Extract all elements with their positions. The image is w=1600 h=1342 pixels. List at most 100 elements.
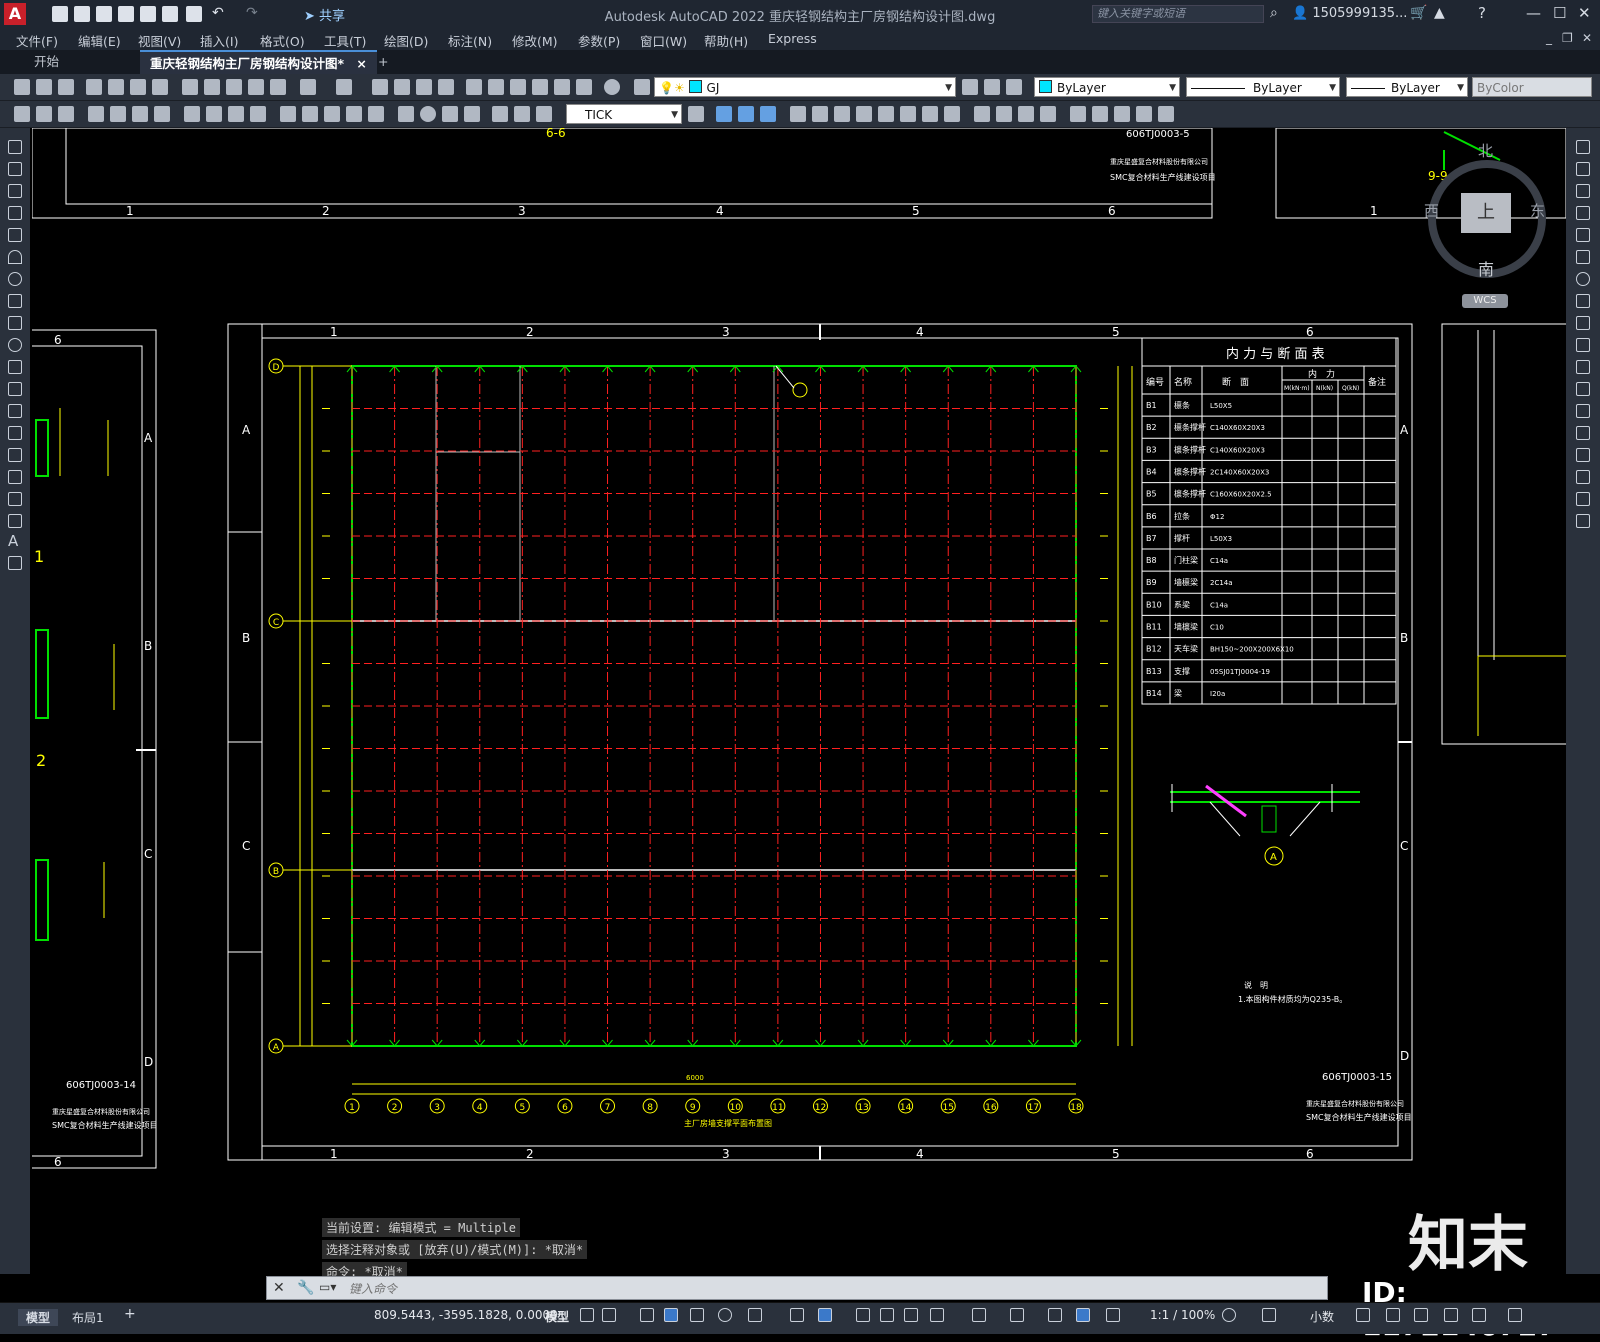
transparency-icon[interactable] bbox=[856, 1308, 870, 1322]
autodesk-app-icon[interactable]: ▲ bbox=[1434, 5, 1445, 21]
object-snap-tracking-icon[interactable] bbox=[748, 1308, 762, 1322]
ungroup-icon[interactable] bbox=[738, 106, 754, 122]
selection-filter-icon[interactable] bbox=[972, 1308, 986, 1322]
plot-preview-icon[interactable] bbox=[108, 79, 124, 95]
close-icon[interactable]: ✕ bbox=[273, 1280, 285, 1296]
menu-express[interactable]: Express bbox=[768, 31, 817, 46]
stretch-icon[interactable] bbox=[1576, 316, 1590, 330]
center-mark-icon[interactable] bbox=[420, 106, 436, 122]
hardware-acceleration-icon[interactable] bbox=[1444, 1308, 1458, 1322]
rotate-icon[interactable] bbox=[1576, 272, 1590, 286]
cart-icon[interactable]: 🛒 bbox=[1410, 5, 1427, 21]
match-properties-icon[interactable] bbox=[248, 79, 264, 95]
table-icon[interactable] bbox=[8, 514, 22, 528]
menu-window[interactable]: 窗口(W) bbox=[640, 31, 687, 50]
ellipse-arc-icon[interactable] bbox=[8, 360, 22, 374]
aligned-dim-icon[interactable] bbox=[110, 106, 126, 122]
command-input[interactable] bbox=[347, 1279, 1311, 1299]
tab-start[interactable]: 开始 bbox=[24, 50, 69, 74]
offset-icon[interactable] bbox=[1040, 106, 1056, 122]
array-icon[interactable] bbox=[1576, 228, 1590, 242]
tab-layout1[interactable]: 布局1 bbox=[72, 1309, 104, 1326]
viewcube-north[interactable]: 北 bbox=[1478, 140, 1493, 161]
tab-document[interactable]: 重庆轻钢结构主厂房钢结构设计图* × bbox=[140, 50, 377, 76]
doc-minimize-button[interactable]: _ bbox=[1546, 31, 1552, 45]
jogged-linear-icon[interactable] bbox=[464, 106, 480, 122]
join-icon[interactable] bbox=[1576, 426, 1590, 440]
grid-icon[interactable] bbox=[580, 1308, 594, 1322]
add-layout-button[interactable]: + bbox=[124, 1306, 136, 1322]
stretch-icon[interactable] bbox=[834, 106, 850, 122]
polyline-icon[interactable] bbox=[8, 184, 22, 198]
zoom-window-icon[interactable] bbox=[416, 79, 432, 95]
break-at-point-icon[interactable] bbox=[1576, 382, 1590, 396]
zoom-realtime-icon[interactable] bbox=[394, 79, 410, 95]
ordinate-dim-icon[interactable] bbox=[154, 106, 170, 122]
menu-modify[interactable]: 修改(M) bbox=[512, 31, 558, 50]
layer-previous-icon[interactable] bbox=[984, 79, 1000, 95]
redo-icon[interactable] bbox=[336, 79, 352, 95]
lock-ui-icon[interactable] bbox=[1386, 1308, 1400, 1322]
publish-icon[interactable] bbox=[130, 79, 146, 95]
diameter-dim-icon[interactable] bbox=[228, 106, 244, 122]
save-icon[interactable] bbox=[58, 79, 74, 95]
move-icon[interactable] bbox=[1576, 250, 1590, 264]
undo-icon[interactable] bbox=[300, 79, 316, 95]
jogged-dim-icon[interactable] bbox=[206, 106, 222, 122]
array-icon[interactable] bbox=[1018, 106, 1034, 122]
line-icon[interactable] bbox=[8, 140, 22, 154]
gradient-icon[interactable] bbox=[8, 470, 22, 484]
hatch-icon[interactable] bbox=[8, 448, 22, 462]
color-dropdown[interactable]: ByLayer ▼ bbox=[1034, 77, 1180, 97]
user-account[interactable]: 👤 1505999135... bbox=[1292, 6, 1407, 21]
menu-edit[interactable]: 编辑(E) bbox=[78, 31, 121, 50]
model-space-toggle[interactable]: 模型 bbox=[545, 1308, 569, 1325]
quickcalc-icon[interactable] bbox=[576, 79, 592, 95]
layer-states-icon[interactable] bbox=[1006, 79, 1022, 95]
linear-dim-icon[interactable] bbox=[88, 106, 104, 122]
menu-tools[interactable]: 工具(T) bbox=[324, 31, 366, 50]
wcs-menu[interactable]: WCS bbox=[1462, 294, 1508, 308]
3d-dwf-icon[interactable] bbox=[152, 79, 168, 95]
close-window-button[interactable]: ✕ bbox=[1578, 4, 1591, 22]
customize-wrench-icon[interactable]: 🔧 bbox=[297, 1280, 314, 1296]
erase-icon[interactable] bbox=[1576, 140, 1590, 154]
workspace-gear-icon[interactable] bbox=[1222, 1308, 1236, 1322]
trim-icon[interactable] bbox=[922, 106, 938, 122]
copy-object-icon[interactable] bbox=[812, 106, 828, 122]
tool-palettes-icon[interactable] bbox=[510, 79, 526, 95]
copy-object-icon[interactable] bbox=[1576, 162, 1590, 176]
chamfer-icon[interactable] bbox=[996, 106, 1012, 122]
new-tab-button[interactable]: + bbox=[368, 50, 398, 74]
arc-length-icon[interactable] bbox=[132, 106, 148, 122]
extend-icon[interactable] bbox=[1576, 360, 1590, 374]
dim-space-icon[interactable] bbox=[346, 106, 362, 122]
plot-icon[interactable] bbox=[86, 79, 102, 95]
arc-icon[interactable] bbox=[8, 250, 22, 264]
mirror-icon[interactable] bbox=[878, 106, 894, 122]
snap-icon[interactable] bbox=[602, 1308, 616, 1322]
break-icon[interactable] bbox=[1576, 404, 1590, 418]
menu-dimension[interactable]: 标注(N) bbox=[448, 31, 492, 50]
layer-properties-icon[interactable] bbox=[634, 79, 650, 95]
gizmo-icon[interactable] bbox=[1010, 1308, 1024, 1322]
isolate-objects-icon[interactable] bbox=[1414, 1308, 1428, 1322]
search-icon[interactable]: ⌕ bbox=[1270, 5, 1278, 21]
add-selected-icon[interactable] bbox=[8, 556, 22, 570]
help-icon[interactable]: ? bbox=[1478, 4, 1486, 22]
lengthen-icon[interactable] bbox=[1158, 106, 1174, 122]
annotation-scale-icon[interactable] bbox=[1106, 1308, 1120, 1322]
polar-tracking-icon[interactable] bbox=[690, 1308, 704, 1322]
pan-icon[interactable] bbox=[372, 79, 388, 95]
object-snap-icon[interactable] bbox=[790, 1308, 804, 1322]
ortho-icon[interactable] bbox=[664, 1308, 678, 1322]
isodraft-icon[interactable] bbox=[718, 1308, 732, 1322]
drawing-canvas[interactable]: 1 2 3 4 5 6 1 2 3 4 5 6 1 2 3 4 5 6 1 A … bbox=[32, 128, 1566, 1274]
autoscale-icon[interactable] bbox=[1076, 1308, 1090, 1322]
annotation-visibility-icon[interactable] bbox=[1048, 1308, 1062, 1322]
fillet-icon[interactable] bbox=[1576, 470, 1590, 484]
markup-icon[interactable] bbox=[554, 79, 570, 95]
chamfer-icon[interactable] bbox=[1576, 448, 1590, 462]
make-current-layer-icon[interactable] bbox=[962, 79, 978, 95]
move-icon[interactable] bbox=[790, 106, 806, 122]
